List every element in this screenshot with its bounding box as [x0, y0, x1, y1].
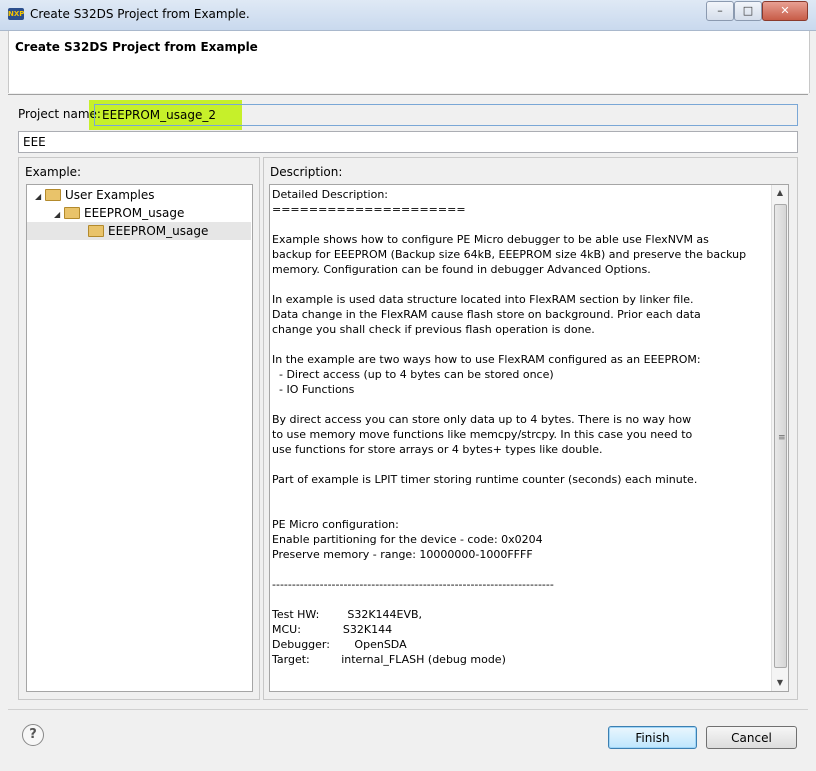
wizard-header: Create S32DS Project from Example — [8, 31, 810, 93]
filter-input[interactable]: EEE — [18, 131, 798, 153]
title-bar: NXP Create S32DS Project from Example. –… — [0, 0, 816, 31]
description-text: Detailed Description: ==================… — [272, 188, 747, 666]
example-label: Example: — [25, 165, 82, 179]
tree-item-user-examples[interactable]: ◢ User Examples — [35, 186, 154, 204]
cancel-button[interactable]: Cancel — [706, 726, 797, 749]
folder-icon — [45, 188, 61, 201]
maximize-button[interactable]: □ — [734, 1, 762, 21]
folder-icon — [64, 206, 80, 219]
grip-icon: ≡ — [778, 433, 786, 443]
tree-item-label: EEEPROM_usage — [108, 224, 209, 238]
project-name-input[interactable]: EEEPROM_usage_2 — [94, 104, 798, 126]
footer-divider — [8, 709, 808, 710]
close-button[interactable]: ✕ — [762, 1, 808, 21]
filter-value: EEE — [23, 135, 46, 149]
scroll-down-arrow-icon[interactable]: ▼ — [772, 675, 788, 691]
description-label: Description: — [270, 165, 343, 179]
page-title: Create S32DS Project from Example — [15, 40, 258, 54]
tree-item-eeeprom-usage-parent[interactable]: ◢ EEEPROM_usage — [54, 204, 184, 222]
project-name-value: EEEPROM_usage_2 — [102, 108, 216, 122]
scroll-thumb[interactable]: ≡ — [774, 204, 787, 668]
window-title: Create S32DS Project from Example. — [30, 7, 250, 21]
tree-item-label: EEEPROM_usage — [84, 206, 185, 220]
finish-button[interactable]: Finish — [608, 726, 697, 749]
scroll-up-arrow-icon[interactable]: ▲ — [772, 185, 788, 201]
project-name-label: Project name: — [18, 107, 101, 121]
help-icon[interactable]: ? — [22, 724, 44, 746]
header-divider — [8, 94, 808, 95]
expand-arrow-icon[interactable]: ◢ — [35, 188, 45, 206]
tree-item-label: User Examples — [65, 188, 155, 202]
folder-icon — [88, 224, 104, 237]
nxp-logo-icon: NXP — [8, 8, 25, 20]
minimize-button[interactable]: – — [706, 1, 734, 21]
example-tree[interactable]: ◢ User Examples ◢ EEEPROM_usage EEEPROM_us… — [26, 184, 253, 692]
tree-item-eeeprom-usage-selected[interactable]: EEEPROM_usage — [27, 222, 251, 240]
description-textbox[interactable]: Detailed Description: ==================… — [269, 184, 789, 692]
description-scrollbar[interactable]: ▲ ≡ ▼ — [771, 185, 788, 691]
